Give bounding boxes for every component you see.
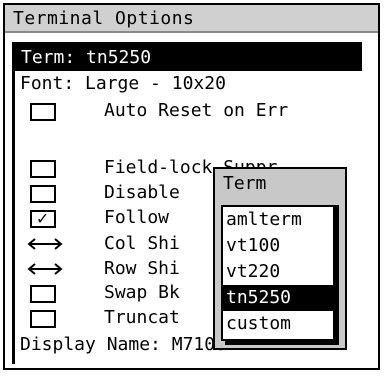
title-bar: Terminal Options [5, 5, 378, 33]
disable-label: Disable [104, 182, 180, 203]
window-title: Terminal Options [13, 8, 195, 29]
field-lock-checkbox[interactable] [30, 160, 56, 178]
term-dropdown-popup: Term amlterm vt100 vt220 tn5250 custom [213, 167, 347, 350]
panel-right-gutter [363, 42, 375, 364]
term-option-custom[interactable]: custom [223, 311, 333, 337]
term-option-amlterm[interactable]: amlterm [223, 207, 333, 233]
dropdown-title: Term [223, 173, 267, 194]
auto-reset-label: Auto Reset on Err [104, 100, 289, 121]
truncate-label: Truncat [104, 307, 180, 328]
font-row[interactable]: Font: Large - 10x20 [20, 72, 226, 96]
checkmark-icon: ✓ [37, 208, 48, 229]
follow-checkbox[interactable]: ✓ [30, 208, 56, 229]
display-name-label: Display Name: [20, 334, 161, 355]
swap-bk-checkbox[interactable] [30, 285, 56, 303]
font-label: Font: [20, 73, 75, 94]
dropdown-shadow-bottom [225, 341, 339, 345]
term-value: tn5250 [86, 47, 152, 68]
disable-checkbox[interactable] [30, 185, 56, 203]
term-option-vt220[interactable]: vt220 [223, 259, 333, 285]
term-option-tn5250[interactable]: tn5250 [223, 285, 333, 311]
dropdown-shadow-right [335, 205, 339, 341]
term-label: Term: [21, 47, 76, 68]
follow-label: Follow [104, 207, 170, 228]
term-dropdown-list: amlterm vt100 vt220 tn5250 custom [221, 205, 335, 341]
panel-border-left [12, 42, 15, 364]
col-shift-arrow-icon[interactable] [26, 235, 64, 253]
font-value: Large - 10x20 [85, 73, 226, 94]
display-name-row[interactable]: Display Name: M7100 [20, 333, 226, 357]
swap-bk-label: Swap Bk [104, 282, 180, 303]
row-shift-arrow-icon[interactable] [26, 260, 64, 278]
row-shift-label: Row Shi [104, 258, 180, 279]
term-selector-row[interactable]: Term: tn5250 [15, 45, 362, 71]
truncate-checkbox[interactable] [30, 310, 56, 328]
term-option-vt100[interactable]: vt100 [223, 233, 333, 259]
auto-reset-checkbox[interactable] [30, 103, 56, 121]
col-shift-label: Col Shi [104, 233, 180, 254]
